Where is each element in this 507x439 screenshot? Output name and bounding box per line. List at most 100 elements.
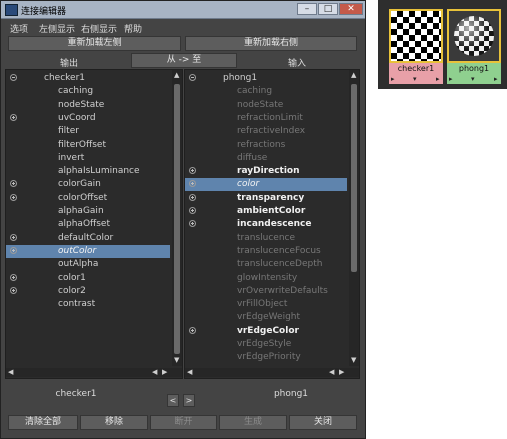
attribute-row[interactable]: ambientColor	[185, 205, 347, 218]
attribute-row[interactable]: refractionLimit	[185, 112, 347, 125]
phong-in-port-icon[interactable]: ▸	[449, 75, 453, 83]
break-button[interactable]: 断开	[150, 415, 217, 430]
attribute-row[interactable]: refractions	[185, 139, 347, 152]
expand-icon[interactable]	[10, 273, 17, 281]
attribute-row[interactable]: translucence	[185, 232, 347, 245]
phong-expand-icon[interactable]: ▾	[471, 75, 475, 83]
expand-icon[interactable]	[189, 220, 196, 228]
attribute-row[interactable]: alphaOffset	[6, 218, 170, 231]
left-scroll-left-arrow-icon[interactable]: ◀	[8, 368, 13, 376]
expand-icon[interactable]	[189, 207, 196, 214]
attribute-row[interactable]: refractiveIndex	[185, 125, 347, 138]
attribute-row[interactable]: colorGain	[6, 178, 170, 191]
expand-icon[interactable]	[10, 246, 17, 254]
collapse-icon[interactable]	[10, 74, 17, 81]
attribute-row[interactable]: caching	[6, 85, 170, 98]
checker-in-port-icon[interactable]: ▸	[391, 75, 395, 83]
clear-all-button[interactable]: 清除全部	[8, 415, 78, 430]
attribute-row[interactable]: color	[185, 178, 347, 192]
left-scroll-left-end-arrow-icon[interactable]: ◀	[152, 368, 157, 376]
attribute-row[interactable]: translucenceDepth	[185, 258, 347, 271]
checker-node[interactable]: checker1 ▸ ▾ ▸	[389, 9, 443, 84]
attribute-row[interactable]: nodeState	[185, 99, 347, 112]
attribute-row[interactable]: diffuse	[185, 152, 347, 165]
attribute-row[interactable]: vrOverwriteDefaults	[185, 285, 347, 298]
attribute-row[interactable]: caching	[185, 85, 347, 98]
attribute-row[interactable]: alphaIsLuminance	[6, 165, 170, 178]
left-scroll-down-arrow-icon[interactable]: ▼	[174, 356, 179, 364]
attribute-row[interactable]: outAlpha	[6, 258, 170, 271]
attribute-row[interactable]: contrast	[6, 298, 170, 311]
menu-options[interactable]: 选项	[10, 22, 28, 35]
expand-icon[interactable]	[10, 193, 17, 201]
attribute-row[interactable]: translucenceFocus	[185, 245, 347, 258]
direction-button[interactable]: 从 -> 至	[131, 53, 237, 68]
attribute-row[interactable]: filterOffset	[6, 139, 170, 152]
phong-node[interactable]: phong1 ▸ ▾ ▸	[447, 9, 501, 84]
expand-icon[interactable]	[189, 167, 196, 175]
reload-right-button[interactable]: 重新加载右侧	[185, 36, 357, 51]
close-window-button[interactable]: ✕	[339, 3, 363, 15]
expand-icon[interactable]	[189, 193, 196, 201]
prev-arrow-button[interactable]: <	[167, 394, 179, 407]
phong-out-port-icon[interactable]: ▸	[494, 75, 498, 83]
attribute-row[interactable]: alphaGain	[6, 205, 170, 218]
left-scroll-right-arrow-icon[interactable]: ▶	[162, 368, 167, 376]
minimize-button[interactable]: –	[297, 3, 317, 15]
attribute-row[interactable]: uvCoord	[6, 112, 170, 125]
menu-right-display[interactable]: 右侧显示	[81, 22, 117, 35]
expand-icon[interactable]	[10, 233, 17, 241]
left-scroll-up-arrow-icon[interactable]: ▲	[174, 71, 179, 79]
attribute-row[interactable]: rayDirection	[185, 165, 347, 178]
right-scroll-up-arrow-icon[interactable]: ▲	[351, 71, 356, 79]
right-scroll-left-arrow-icon[interactable]: ◀	[187, 368, 192, 376]
right-attribute-panel[interactable]: phong1 caching nodeState refractionLimit ref…	[184, 69, 360, 379]
attribute-row[interactable]: nodeState	[6, 99, 170, 112]
remove-button[interactable]: 移除	[80, 415, 148, 430]
right-scroll-left-end-arrow-icon[interactable]: ◀	[329, 368, 334, 376]
attribute-row[interactable]: incandescence	[185, 218, 347, 231]
left-vertical-scrollbar[interactable]: ▲ ▼	[172, 70, 182, 366]
collapse-icon[interactable]	[189, 74, 196, 81]
attribute-row[interactable]: vrFillObject	[185, 298, 347, 311]
attribute-row[interactable]: transparency	[185, 192, 347, 205]
attribute-row[interactable]: defaultColor	[6, 232, 170, 245]
attribute-row[interactable]: vrEdgePriority	[185, 351, 347, 364]
right-scroll-right-arrow-icon[interactable]: ▶	[339, 368, 344, 376]
attribute-row[interactable]: color2	[6, 285, 170, 298]
attribute-row[interactable]: color1	[6, 272, 170, 285]
attribute-row[interactable]: glowIntensity	[185, 272, 347, 285]
attribute-row[interactable]: filter	[6, 125, 170, 138]
left-scroll-thumb[interactable]	[174, 84, 180, 354]
title-bar[interactable]: 连接编辑器 – □ ✕	[1, 1, 365, 19]
expand-icon[interactable]	[10, 286, 17, 294]
right-horizontal-scrollbar[interactable]: ◀ ◀ ▶	[185, 368, 359, 377]
maximize-button[interactable]: □	[318, 3, 338, 15]
attribute-row[interactable]: invert	[6, 152, 170, 165]
right-scroll-thumb[interactable]	[351, 84, 357, 272]
expand-icon[interactable]	[10, 113, 17, 121]
phong-node-ports[interactable]: ▸ ▾ ▸	[447, 75, 501, 84]
checker-node-ports[interactable]: ▸ ▾ ▸	[389, 75, 443, 84]
menu-left-display[interactable]: 左侧显示	[39, 22, 75, 35]
left-horizontal-scrollbar[interactable]: ◀ ◀ ▶	[6, 368, 182, 377]
attribute-row[interactable]: vrEdgeColor	[185, 325, 347, 338]
checker-out-port-icon[interactable]: ▸	[436, 75, 440, 83]
make-button[interactable]: 生成	[219, 415, 287, 430]
attribute-row[interactable]: colorOffset	[6, 192, 170, 205]
close-button[interactable]: 关闭	[289, 415, 357, 430]
expand-icon[interactable]	[10, 180, 17, 188]
right-scroll-down-arrow-icon[interactable]: ▼	[351, 356, 356, 364]
next-arrow-button[interactable]: >	[183, 394, 195, 407]
menu-help[interactable]: 帮助	[124, 22, 142, 35]
right_panel-node-row[interactable]: phong1	[185, 72, 347, 85]
left-attribute-panel[interactable]: checker1 caching nodeState uvCoord filter fil…	[5, 69, 183, 379]
expand-icon[interactable]	[189, 180, 196, 188]
attribute-row[interactable]: vrEdgeWeight	[185, 311, 347, 324]
attribute-row[interactable]: vrEdgeStyle	[185, 338, 347, 351]
checker-expand-icon[interactable]: ▾	[413, 75, 417, 83]
attribute-row[interactable]: outColor	[6, 244, 170, 258]
left_panel-node-row[interactable]: checker1	[6, 72, 170, 85]
expand-icon[interactable]	[189, 326, 196, 334]
right-vertical-scrollbar[interactable]: ▲ ▼	[349, 70, 359, 366]
